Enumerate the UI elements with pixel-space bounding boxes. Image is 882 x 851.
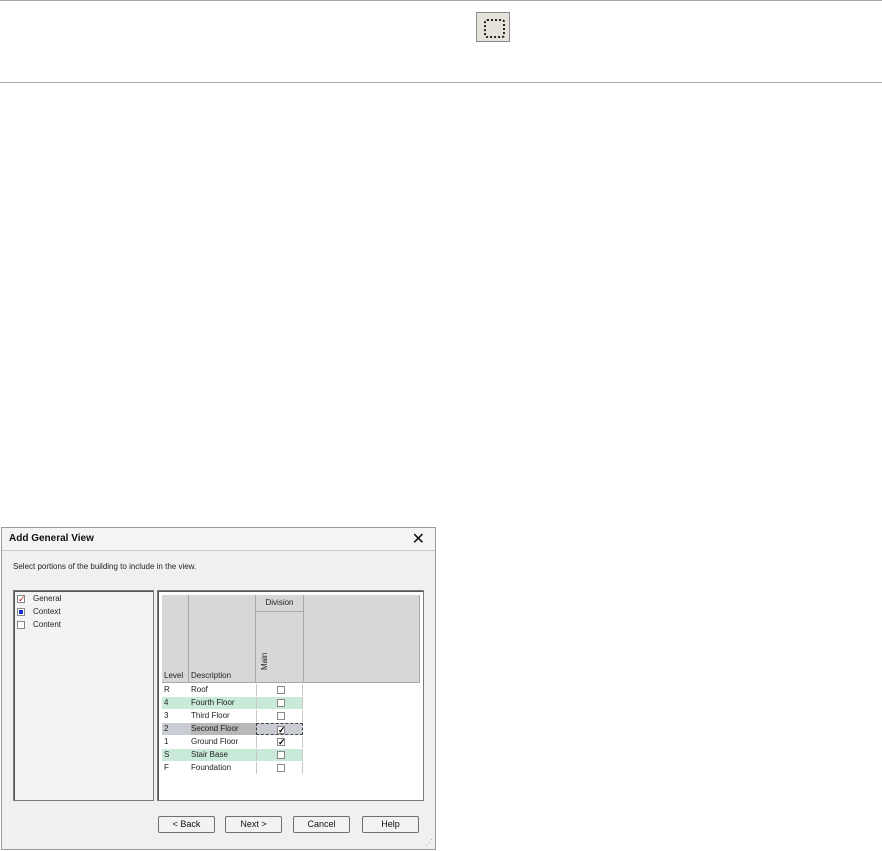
row-description: Stair Base xyxy=(191,750,228,759)
table-row[interactable]: F Foundation xyxy=(162,762,303,774)
col-header-main[interactable]: Main xyxy=(256,612,304,683)
main-checkbox[interactable] xyxy=(277,724,286,736)
main-checkbox[interactable] xyxy=(277,699,285,707)
dialog-titlebar: Add General View ✕ xyxy=(2,528,435,551)
resize-grip-icon[interactable]: ⋰ xyxy=(425,838,433,847)
dialog-title: Add General View xyxy=(9,533,94,544)
group-header-division-label: Division xyxy=(265,598,294,607)
row-main-cell[interactable] xyxy=(256,697,303,709)
add-general-view-dialog: Add General View ✕ Select portions of th… xyxy=(1,527,436,850)
col-header-filler xyxy=(304,595,420,683)
cancel-button[interactable]: Cancel xyxy=(293,816,350,833)
row-description: Roof xyxy=(191,685,208,694)
help-button[interactable]: Help xyxy=(362,816,419,833)
table-row[interactable]: 4 Fourth Floor xyxy=(162,697,303,709)
main-checkbox[interactable] xyxy=(277,712,285,720)
table-row[interactable]: S Stair Base xyxy=(162,749,303,761)
main-checkbox[interactable] xyxy=(277,764,285,772)
content-checkbox[interactable] xyxy=(17,621,25,629)
dotted-selection-icon[interactable] xyxy=(476,12,510,42)
table-row-selected[interactable]: 2 Second Floor xyxy=(162,723,303,736)
tree-item-label: General xyxy=(33,594,62,603)
row-level: 2 xyxy=(164,724,169,733)
main-checkbox[interactable] xyxy=(277,686,285,694)
next-button[interactable]: Next > xyxy=(225,816,282,833)
col-header-description-label: Description xyxy=(191,671,232,680)
row-level: S xyxy=(164,750,170,759)
row-level: 4 xyxy=(164,698,169,707)
row-main-cell[interactable] xyxy=(256,736,303,748)
row-description: Ground Floor xyxy=(191,737,239,746)
row-main-cell[interactable] xyxy=(256,762,303,774)
row-main-cell[interactable] xyxy=(256,684,303,696)
level-grid: Level Description Division Main R Roof 4… xyxy=(157,590,424,801)
group-header-division: Division xyxy=(256,595,304,612)
col-header-level-label: Level xyxy=(164,671,184,680)
portion-tree: General Context Content xyxy=(13,590,154,801)
col-header-level[interactable]: Level xyxy=(162,595,189,683)
instruction-text: Select portions of the building to inclu… xyxy=(13,562,197,571)
bottom-divider xyxy=(0,82,882,83)
col-header-description[interactable]: Description xyxy=(189,595,256,683)
back-button[interactable]: < Back xyxy=(158,816,215,833)
row-description: Second Floor xyxy=(191,723,256,735)
main-checkbox[interactable] xyxy=(277,751,285,759)
col-header-main-label: Main xyxy=(260,652,269,670)
tree-item-label: Content xyxy=(33,620,62,629)
row-main-cell[interactable] xyxy=(256,723,303,736)
row-main-cell[interactable] xyxy=(256,749,303,761)
context-checkbox[interactable] xyxy=(17,608,25,616)
table-row[interactable]: R Roof xyxy=(162,684,303,696)
table-row[interactable]: 1 Ground Floor xyxy=(162,736,303,748)
row-level: R xyxy=(164,685,170,694)
row-description: Foundation xyxy=(191,763,232,772)
row-level: 3 xyxy=(164,711,169,720)
row-description: Fourth Floor xyxy=(191,698,235,707)
main-checkbox[interactable] xyxy=(277,736,286,748)
row-level: F xyxy=(164,763,169,772)
row-description: Third Floor xyxy=(191,711,230,720)
tree-item-label: Context xyxy=(33,607,61,616)
row-main-cell[interactable] xyxy=(256,710,303,722)
top-divider xyxy=(0,0,882,1)
general-checkbox[interactable] xyxy=(17,593,26,605)
row-level: 1 xyxy=(164,737,169,746)
table-row[interactable]: 3 Third Floor xyxy=(162,710,303,722)
close-icon[interactable]: ✕ xyxy=(412,529,425,549)
